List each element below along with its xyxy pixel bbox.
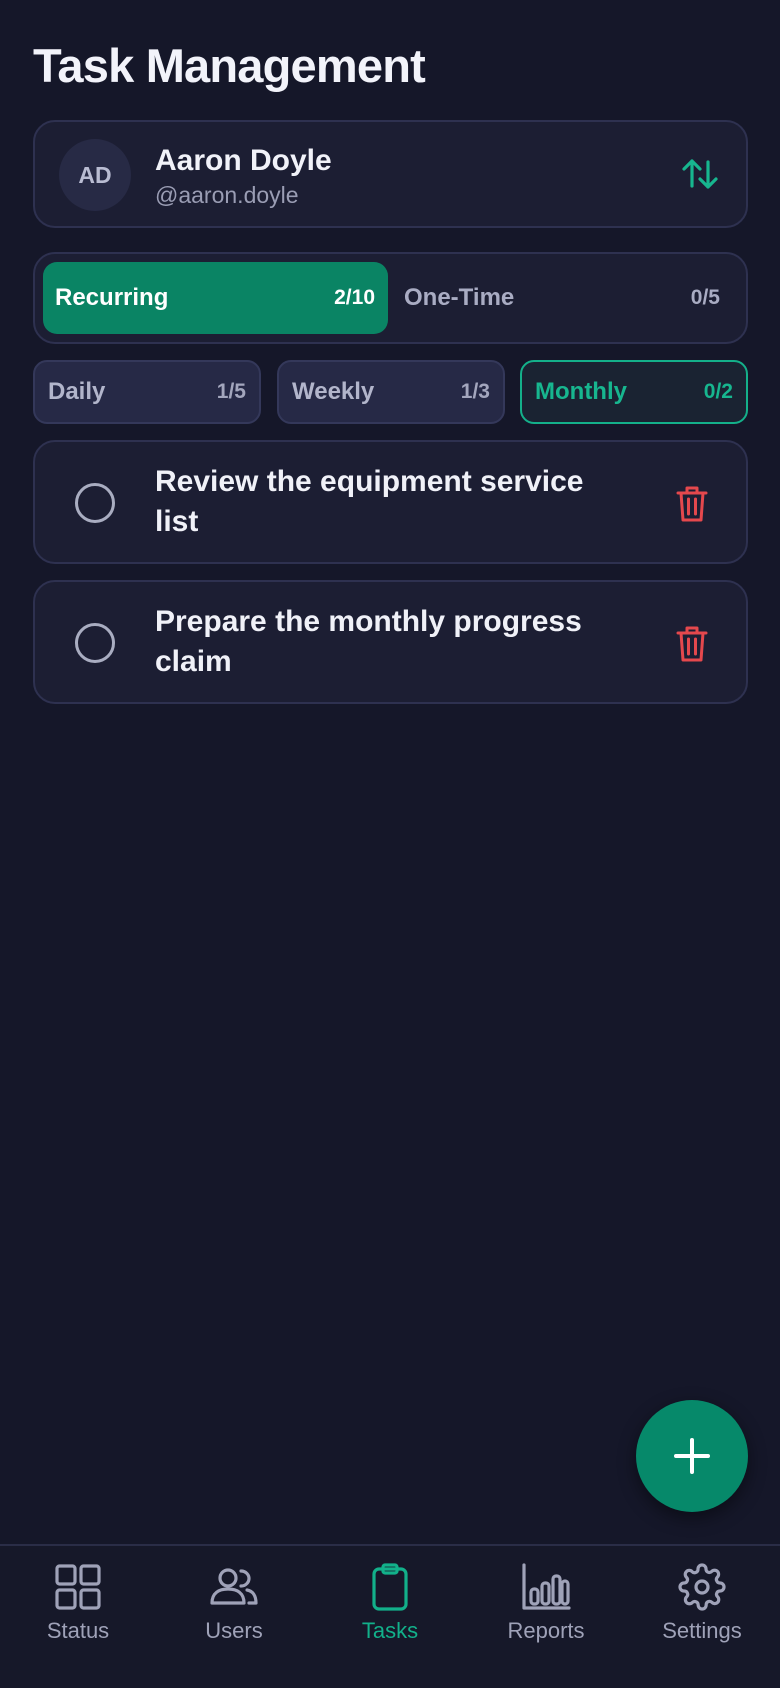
filter-daily-count: 1/5: [216, 380, 246, 403]
bar-chart-icon: [522, 1563, 571, 1610]
filter-weekly[interactable]: Weekly 1/3: [277, 360, 505, 424]
user-name: Aaron Doyle: [155, 144, 332, 177]
nav-settings-label: Settings: [662, 1618, 742, 1643]
nav-status-label: Status: [46, 1618, 110, 1643]
switch-user-button[interactable]: [676, 150, 724, 198]
bottom-navigation: Status Users Tasks Reports Settings: [0, 1544, 780, 1688]
nav-reports[interactable]: Reports: [468, 1546, 624, 1688]
plus-icon: [674, 1438, 710, 1474]
grid-icon: [55, 1564, 101, 1610]
task-item: Review the equipment service list: [33, 440, 748, 564]
nav-reports-label: Reports: [507, 1618, 585, 1643]
page-title: Task Management: [33, 39, 426, 92]
user-handle: @aaron.doyle: [155, 182, 299, 208]
delete-task-button[interactable]: [672, 483, 712, 525]
tab-one-time-label: One-Time: [404, 284, 515, 311]
filter-monthly[interactable]: Monthly 0/2: [520, 360, 748, 424]
users-icon: [210, 1568, 258, 1605]
nav-settings[interactable]: Settings: [624, 1546, 780, 1688]
trash-icon: [676, 486, 708, 522]
nav-tasks-label: Tasks: [361, 1618, 419, 1643]
task-checkbox[interactable]: [75, 483, 115, 523]
avatar: AD: [59, 139, 131, 211]
add-task-button[interactable]: [636, 1400, 748, 1512]
filter-weekly-count: 1/3: [460, 380, 490, 403]
tab-one-time-count: 0/5: [690, 286, 720, 309]
nav-users-label: Users: [205, 1618, 263, 1643]
task-item: Prepare the monthly progress claim: [33, 580, 748, 704]
task-title: Prepare the monthly progress claim: [155, 605, 582, 678]
filter-monthly-count: 0/2: [703, 380, 733, 403]
tab-recurring[interactable]: Recurring 2/10: [43, 262, 388, 334]
tab-recurring-count: 2/10: [334, 286, 375, 309]
filter-weekly-label: Weekly: [292, 378, 375, 405]
delete-task-button[interactable]: [672, 623, 712, 665]
filter-daily-label: Daily: [48, 378, 106, 405]
task-title: Review the equipment service list: [155, 465, 584, 538]
task-checkbox[interactable]: [75, 623, 115, 663]
filter-monthly-label: Monthly: [535, 378, 627, 405]
trash-icon: [676, 626, 708, 662]
filter-daily[interactable]: Daily 1/5: [33, 360, 261, 424]
user-card: AD Aaron Doyle @aaron.doyle: [33, 120, 748, 228]
nav-status[interactable]: Status: [0, 1546, 156, 1688]
swap-vertical-icon: [682, 159, 718, 189]
tab-recurring-label: Recurring: [55, 284, 169, 311]
clipboard-icon: [372, 1563, 408, 1611]
gear-icon: [678, 1563, 726, 1611]
tab-one-time[interactable]: One-Time 0/5: [392, 262, 740, 334]
nav-users[interactable]: Users: [156, 1546, 312, 1688]
task-management-screen: Task Management AD Aaron Doyle @aaron.do…: [0, 0, 780, 1688]
nav-tasks[interactable]: Tasks: [312, 1546, 468, 1688]
task-type-segmented-control: Recurring 2/10 One-Time 0/5: [33, 252, 748, 344]
